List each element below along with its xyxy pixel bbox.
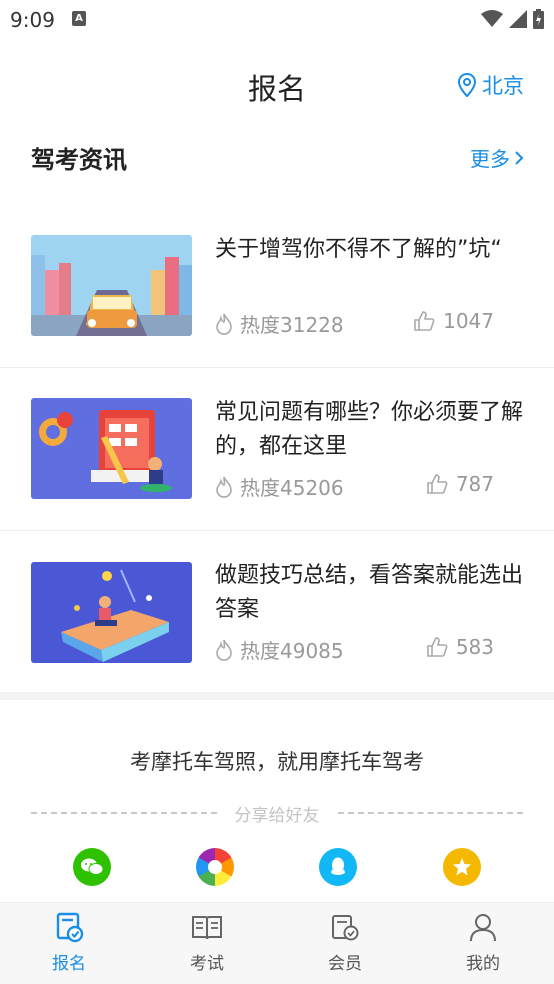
news-title: 常见问题有哪些？你必须要了解的，都在这里 — [215, 400, 524, 459]
news-thumbnail — [31, 562, 192, 663]
status-bar: 9:09 A — [0, 0, 554, 40]
news-section-title: 驾考资讯 — [31, 146, 127, 174]
status-time: 9:09 — [10, 8, 55, 32]
flame-icon — [216, 313, 232, 335]
tab-profile[interactable]: 我的 — [414, 903, 552, 984]
dashed-line — [31, 812, 217, 814]
location-label: 北京 — [482, 74, 524, 98]
news-section-header: 驾考资讯 更多 — [0, 130, 554, 182]
news-title: 关于增驾你不得不了解的”坑“ — [215, 237, 502, 262]
app-header: 报名 北京 — [0, 40, 554, 130]
share-icons — [0, 848, 554, 888]
news-item[interactable]: 关于增驾你不得不了解的”坑“ 热度31228 1047 — [0, 205, 554, 368]
battery-icon — [533, 9, 544, 29]
wechat-icon[interactable] — [73, 848, 111, 886]
thumbs-up-icon — [414, 311, 435, 331]
member-icon — [332, 915, 359, 941]
book-icon — [192, 916, 222, 940]
tab-member[interactable]: 会员 — [276, 903, 414, 984]
thumbs-up-icon — [427, 637, 448, 657]
moments-icon[interactable] — [196, 848, 234, 886]
tab-exam[interactable]: 考试 — [138, 903, 276, 984]
tab-label: 考试 — [190, 954, 224, 974]
location-pin-icon — [458, 73, 476, 97]
like-count: 1047 — [443, 309, 494, 333]
tab-label: 会员 — [328, 954, 362, 974]
notification-icon: A — [72, 11, 86, 26]
news-title: 做题技巧总结，看答案就能选出答案 — [215, 563, 524, 622]
news-item[interactable]: 做题技巧总结，看答案就能选出答案 热度49085 583 — [0, 531, 554, 694]
news-meta: 热度49085 583 — [214, 635, 494, 665]
system-icons — [481, 9, 544, 29]
heat-value: 热度49085 — [240, 639, 344, 663]
like-count: 583 — [455, 635, 494, 659]
heat-value: 热度31228 — [240, 313, 344, 337]
like-stat[interactable]: 583 — [426, 635, 494, 659]
like-stat[interactable]: 1047 — [413, 309, 494, 333]
heat-stat: 热度49085 — [214, 635, 344, 664]
news-meta: 热度45206 787 — [214, 472, 494, 502]
location-selector[interactable]: 北京 — [458, 70, 524, 100]
dashed-line — [337, 812, 523, 814]
news-meta: 热度31228 1047 — [214, 309, 494, 339]
profile-icon — [470, 914, 496, 942]
like-stat[interactable]: 787 — [426, 472, 494, 496]
signup-icon — [56, 912, 84, 943]
wifi-icon — [481, 10, 503, 27]
tab-label: 报名 — [52, 954, 86, 974]
like-count: 787 — [455, 472, 494, 496]
qq-icon[interactable] — [319, 848, 357, 886]
more-label: 更多 — [470, 147, 510, 171]
heat-value: 热度45206 — [240, 476, 344, 500]
section-divider — [0, 692, 554, 700]
share-divider: 分享给好友 — [31, 800, 523, 826]
news-item[interactable]: 常见问题有哪些？你必须要了解的，都在这里 热度45206 787 — [0, 368, 554, 531]
signal-icon — [509, 10, 527, 28]
tab-label: 我的 — [466, 954, 500, 974]
heat-stat: 热度31228 — [214, 309, 344, 338]
news-thumbnail — [31, 398, 192, 499]
more-news-link[interactable]: 更多 — [470, 143, 524, 172]
share-slogan: 考摩托车驾照，就用摩托车驾考 — [130, 750, 424, 774]
flame-icon — [216, 476, 232, 498]
chevron-right-icon — [515, 150, 524, 165]
tab-signup[interactable]: 报名 — [0, 903, 138, 984]
qzone-icon[interactable] — [443, 848, 481, 886]
bottom-nav: 报名 考试 会员 我的 — [0, 902, 554, 984]
thumbs-up-icon — [427, 474, 448, 494]
share-label: 分享给好友 — [234, 805, 320, 826]
flame-icon — [216, 639, 232, 661]
news-thumbnail — [31, 235, 192, 336]
heat-stat: 热度45206 — [214, 472, 344, 501]
